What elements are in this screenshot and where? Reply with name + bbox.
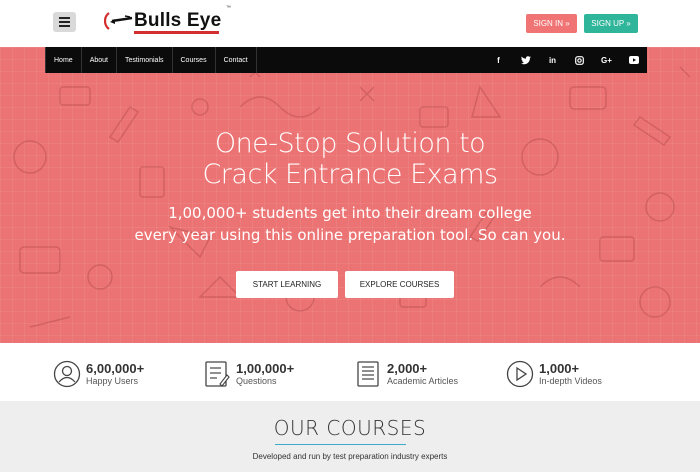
- hero-title-line-2: Crack Entrance Exams: [202, 159, 498, 190]
- instagram-camera-icon: [575, 55, 584, 65]
- users-icon: [53, 360, 81, 388]
- stat-number: 1,000+: [539, 360, 580, 376]
- stat-text: 6,00,000+ Happy Users: [86, 360, 145, 387]
- school-doodle-pattern: [13, 66, 691, 328]
- sign-up-button[interactable]: SIGN UP »: [584, 14, 638, 33]
- nav-item-home[interactable]: Home: [45, 47, 82, 73]
- instagram-icon[interactable]: [566, 47, 593, 73]
- linkedin-icon[interactable]: in: [539, 47, 566, 73]
- google-plus-icon[interactable]: G+: [593, 47, 620, 73]
- our-courses-section: OUR COURSES Developed and run by test pr…: [0, 401, 700, 472]
- twitter-icon[interactable]: [512, 47, 539, 73]
- explore-courses-button[interactable]: EXPLORE COURSES: [345, 271, 454, 298]
- site-logo[interactable]: Bulls Eye: [104, 6, 221, 36]
- stat-number: 6,00,000+: [86, 360, 145, 376]
- stat-text: 1,000+ In-depth Videos: [539, 360, 602, 387]
- questions-icon: [205, 361, 230, 387]
- courses-heading: OUR COURSES: [273, 416, 427, 440]
- articles-icon: [357, 361, 379, 387]
- hamburger-menu-button[interactable]: [53, 12, 76, 32]
- nav-item-contact[interactable]: Contact: [216, 47, 257, 73]
- facebook-icon[interactable]: f: [485, 47, 512, 73]
- youtube-play-icon: [628, 56, 639, 64]
- twitter-bird-icon: [520, 55, 531, 64]
- stat-academic-articles: 2,000+ Academic Articles: [354, 359, 458, 389]
- stat-happy-users: 6,00,000+ Happy Users: [53, 359, 144, 389]
- stat-in-depth-videos: 1,000+ In-depth Videos: [506, 359, 602, 389]
- hamburger-line: [59, 21, 70, 23]
- nav-item-testimonials[interactable]: Testimonials: [117, 47, 173, 73]
- hamburger-line: [59, 17, 70, 19]
- logo-text: Bulls Eye: [134, 10, 222, 34]
- top-header: Bulls Eye ™ SIGN IN » SIGN UP »: [0, 0, 700, 47]
- bullseye-logo-icon: [104, 12, 133, 30]
- stats-bar: 6,00,000+ Happy Users 1,00,000+ Question…: [0, 343, 700, 401]
- stat-label: Happy Users: [86, 375, 139, 386]
- stat-number: 1,00,000+: [236, 360, 295, 376]
- courses-subtitle: Developed and run by test preparation in…: [252, 452, 448, 461]
- hamburger-line: [59, 25, 70, 27]
- nav-item-about[interactable]: About: [82, 47, 117, 73]
- stat-label: In-depth Videos: [539, 375, 602, 386]
- stat-text: 1,00,000+ Questions: [236, 360, 295, 387]
- video-play-icon: [506, 360, 534, 388]
- trademark-mark: ™: [226, 5, 231, 11]
- youtube-icon[interactable]: [620, 47, 647, 73]
- main-navbar: Home About Testimonials Courses Contact …: [45, 47, 647, 73]
- stat-questions: 1,00,000+ Questions: [203, 359, 294, 389]
- hero-title: One-Stop Solution to Crack Entrance Exam…: [0, 128, 700, 190]
- hero-subtitle: 1,00,000+ students get into their dream …: [0, 202, 700, 246]
- hero-title-line-1: One-Stop Solution to: [214, 128, 486, 159]
- nav-item-courses[interactable]: Courses: [173, 47, 216, 73]
- hero-subtitle-line-1: 1,00,000+ students get into their dream …: [168, 204, 532, 222]
- stat-label: Academic Articles: [387, 375, 459, 386]
- hero-subtitle-line-2: every year using this online preparation…: [134, 226, 566, 244]
- stat-number: 2,000+: [387, 360, 428, 376]
- hero-banner: [0, 47, 700, 343]
- start-learning-button[interactable]: START LEARNING: [236, 271, 338, 298]
- stat-label: Questions: [236, 375, 277, 386]
- stat-text: 2,000+ Academic Articles: [387, 360, 459, 387]
- heading-divider: [275, 444, 406, 445]
- sign-in-button[interactable]: SIGN IN »: [526, 14, 577, 33]
- social-links: f in G+: [485, 47, 647, 73]
